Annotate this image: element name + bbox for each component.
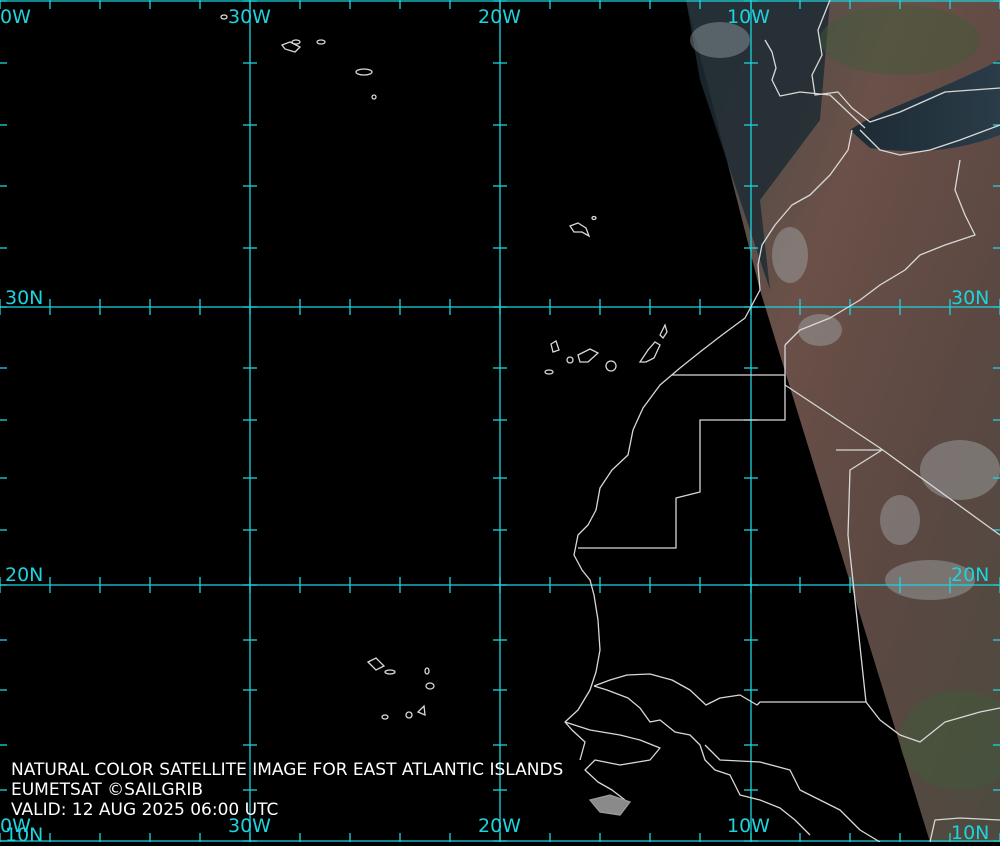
lat-label-20n-left: 20N: [5, 564, 44, 586]
lat-label-20n-right: 20N: [951, 564, 990, 586]
lon-label-20w-bottom: 20W: [478, 815, 521, 837]
lon-label-10w-bottom: 10W: [727, 815, 770, 837]
caption-credit: EUMETSAT ©SAILGRIB: [11, 780, 204, 800]
caption-valid-time: VALID: 12 AUG 2025 06:00 UTC: [11, 800, 279, 820]
lon-label-10w-top: 10W: [727, 6, 770, 28]
lat-label-30n-left: 30N: [5, 287, 44, 309]
lat-label-10n-left: 10N: [5, 824, 44, 846]
lat-label-30n-right: 30N: [951, 287, 990, 309]
satellite-map: [0, 0, 1000, 842]
lon-label-30w-top: 30W: [228, 6, 271, 28]
lon-label-40w-top: 0W: [0, 6, 31, 28]
caption-title: NATURAL COLOR SATELLITE IMAGE FOR EAST A…: [11, 760, 564, 780]
lat-label-10n-right: 10N: [951, 822, 990, 844]
lon-label-20w-top: 20W: [478, 6, 521, 28]
